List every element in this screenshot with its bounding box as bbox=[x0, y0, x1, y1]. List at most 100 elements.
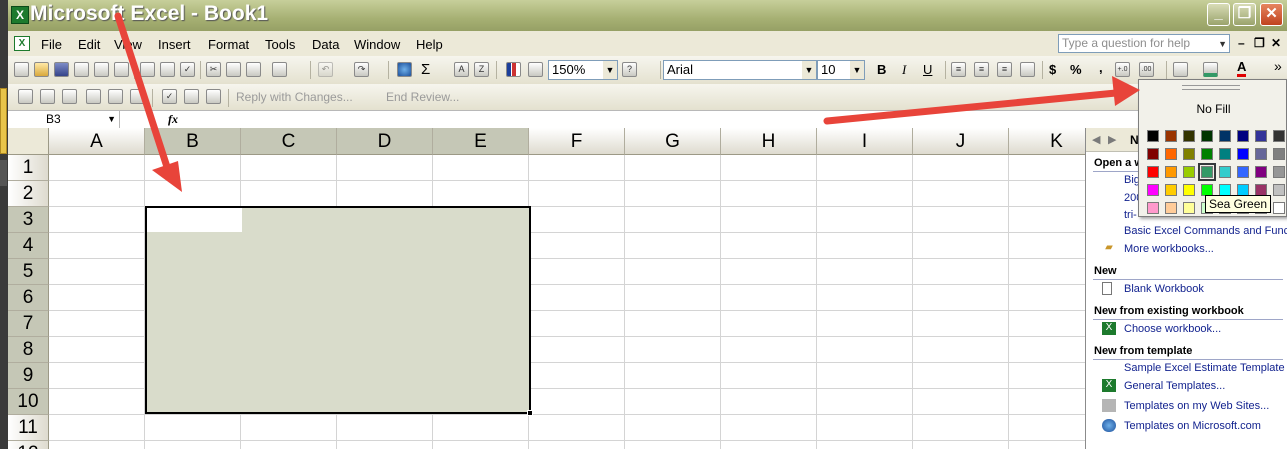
color-swatch[interactable] bbox=[1273, 166, 1285, 178]
color-swatch[interactable] bbox=[1165, 130, 1177, 142]
undo-icon[interactable]: ↶ bbox=[318, 62, 333, 77]
active-cell[interactable] bbox=[147, 208, 242, 232]
column-header-a[interactable]: A bbox=[49, 128, 145, 155]
more-workbooks-link[interactable]: More workbooks... bbox=[1124, 243, 1214, 255]
close-button[interactable]: ✕ bbox=[1260, 3, 1283, 26]
doc-restore-button[interactable]: ❐ bbox=[1254, 36, 1265, 50]
drawing-icon[interactable] bbox=[528, 62, 543, 77]
taskbar-item[interactable] bbox=[0, 160, 7, 186]
currency-button[interactable]: $ bbox=[1049, 62, 1056, 77]
color-swatch[interactable] bbox=[1201, 148, 1213, 160]
column-header-b[interactable]: B bbox=[145, 128, 241, 155]
row-header-3[interactable]: 3 bbox=[8, 207, 49, 233]
menu-view[interactable]: View bbox=[114, 37, 142, 52]
reply-with-changes-button[interactable]: Reply with Changes... bbox=[236, 90, 353, 104]
microsoft-templates-link[interactable]: Templates on Microsoft.com bbox=[1124, 420, 1261, 432]
sort-ascending-icon[interactable]: A bbox=[454, 62, 469, 77]
fill-color-icon[interactable] bbox=[1203, 62, 1218, 77]
merge-center-icon[interactable] bbox=[1020, 62, 1035, 77]
row-header-4[interactable]: 4 bbox=[8, 233, 49, 259]
workbook-icon[interactable]: X bbox=[14, 36, 30, 51]
choose-workbook-link[interactable]: Choose workbook... bbox=[1124, 323, 1221, 335]
palette-drag-handle[interactable] bbox=[1182, 85, 1240, 90]
italic-button[interactable]: I bbox=[902, 62, 906, 78]
recent-file-link[interactable]: Basic Excel Commands and Functions bbox=[1124, 225, 1287, 237]
spelling-icon[interactable]: ✓ bbox=[180, 62, 195, 77]
send-to-icon[interactable] bbox=[184, 89, 199, 104]
doc-minimize-button[interactable]: – bbox=[1238, 36, 1245, 50]
color-swatch[interactable] bbox=[1255, 148, 1267, 160]
next-comment-icon[interactable] bbox=[62, 89, 77, 104]
discussion-icon[interactable] bbox=[206, 89, 221, 104]
color-swatch[interactable] bbox=[1147, 148, 1159, 160]
bold-button[interactable]: B bbox=[877, 62, 886, 77]
column-header-j[interactable]: J bbox=[913, 128, 1009, 155]
row-header-12[interactable]: 12 bbox=[8, 441, 49, 449]
row-header-10[interactable]: 10 bbox=[8, 389, 49, 415]
recent-file-link[interactable]: tri- bbox=[1124, 209, 1137, 221]
font-name-select[interactable]: Arial ▼ bbox=[663, 60, 817, 80]
help-question-input[interactable]: Type a question for help ▼ bbox=[1058, 34, 1230, 53]
excel-icon[interactable]: X bbox=[11, 6, 29, 24]
color-swatch[interactable] bbox=[1165, 166, 1177, 178]
column-header-k[interactable]: K bbox=[1009, 128, 1085, 155]
chart-wizard-icon[interactable] bbox=[506, 62, 521, 77]
color-swatch[interactable] bbox=[1219, 148, 1231, 160]
toolbar-options-button[interactable]: » bbox=[1274, 58, 1282, 74]
template-link[interactable]: Sample Excel Estimate Template bbox=[1124, 362, 1285, 374]
font-size-select[interactable]: 10 ▼ bbox=[817, 60, 865, 80]
color-swatch[interactable] bbox=[1183, 184, 1195, 196]
paste-icon[interactable] bbox=[246, 62, 261, 77]
new-document-icon[interactable] bbox=[14, 62, 29, 77]
no-fill-option[interactable]: No Fill bbox=[1139, 102, 1287, 116]
menu-format[interactable]: Format bbox=[208, 37, 249, 52]
chevron-down-icon[interactable]: ▼ bbox=[1218, 36, 1227, 53]
color-swatch[interactable] bbox=[1147, 166, 1159, 178]
align-center-icon[interactable]: ≡ bbox=[974, 62, 989, 77]
column-header-h[interactable]: H bbox=[721, 128, 817, 155]
search-icon[interactable] bbox=[114, 62, 129, 77]
row-header-8[interactable]: 8 bbox=[8, 337, 49, 363]
row-header-11[interactable]: 11 bbox=[8, 415, 49, 441]
color-swatch[interactable] bbox=[1147, 202, 1159, 214]
menu-edit[interactable]: Edit bbox=[78, 37, 100, 52]
color-swatch[interactable] bbox=[1237, 148, 1249, 160]
redo-icon[interactable]: ↷ bbox=[354, 62, 369, 77]
percent-button[interactable]: % bbox=[1070, 62, 1082, 77]
zoom-select[interactable]: 150% ▼ bbox=[548, 60, 618, 80]
taskbar-item[interactable] bbox=[0, 88, 7, 154]
minimize-button[interactable]: _ bbox=[1207, 3, 1230, 26]
email-icon[interactable] bbox=[94, 62, 109, 77]
color-swatch[interactable] bbox=[1219, 166, 1231, 178]
column-header-c[interactable]: C bbox=[241, 128, 337, 155]
menu-window[interactable]: Window bbox=[354, 37, 400, 52]
forward-arrow-icon[interactable]: ▶ bbox=[1108, 133, 1116, 146]
end-review-button[interactable]: End Review... bbox=[386, 90, 459, 104]
row-header-5[interactable]: 5 bbox=[8, 259, 49, 285]
color-swatch[interactable] bbox=[1273, 202, 1285, 214]
color-swatch[interactable] bbox=[1237, 130, 1249, 142]
autosum-button[interactable]: Σ bbox=[421, 61, 430, 78]
menu-file[interactable]: File bbox=[41, 37, 62, 52]
color-swatch[interactable] bbox=[1147, 184, 1159, 196]
show-all-comments-icon[interactable] bbox=[108, 89, 123, 104]
chevron-down-icon[interactable]: ▼ bbox=[603, 61, 617, 79]
color-swatch[interactable] bbox=[1198, 163, 1216, 181]
color-swatch[interactable] bbox=[1165, 184, 1177, 196]
print-icon[interactable] bbox=[140, 62, 155, 77]
new-comment-icon[interactable] bbox=[18, 89, 33, 104]
general-templates-link[interactable]: General Templates... bbox=[1124, 380, 1225, 392]
font-color-button[interactable]: A bbox=[1237, 60, 1247, 77]
color-swatch[interactable] bbox=[1165, 148, 1177, 160]
restore-button[interactable]: ❐ bbox=[1233, 3, 1256, 26]
selected-range[interactable] bbox=[145, 206, 531, 414]
menu-tools[interactable]: Tools bbox=[265, 37, 295, 52]
doc-close-button[interactable]: ✕ bbox=[1271, 36, 1281, 50]
fill-handle[interactable] bbox=[527, 410, 533, 416]
color-swatch[interactable] bbox=[1201, 130, 1213, 142]
row-header-6[interactable]: 6 bbox=[8, 285, 49, 311]
menu-help[interactable]: Help bbox=[416, 37, 443, 52]
comma-button[interactable]: , bbox=[1099, 60, 1103, 75]
show-comment-icon[interactable] bbox=[86, 89, 101, 104]
web-templates-link[interactable]: Templates on my Web Sites... bbox=[1124, 400, 1269, 412]
